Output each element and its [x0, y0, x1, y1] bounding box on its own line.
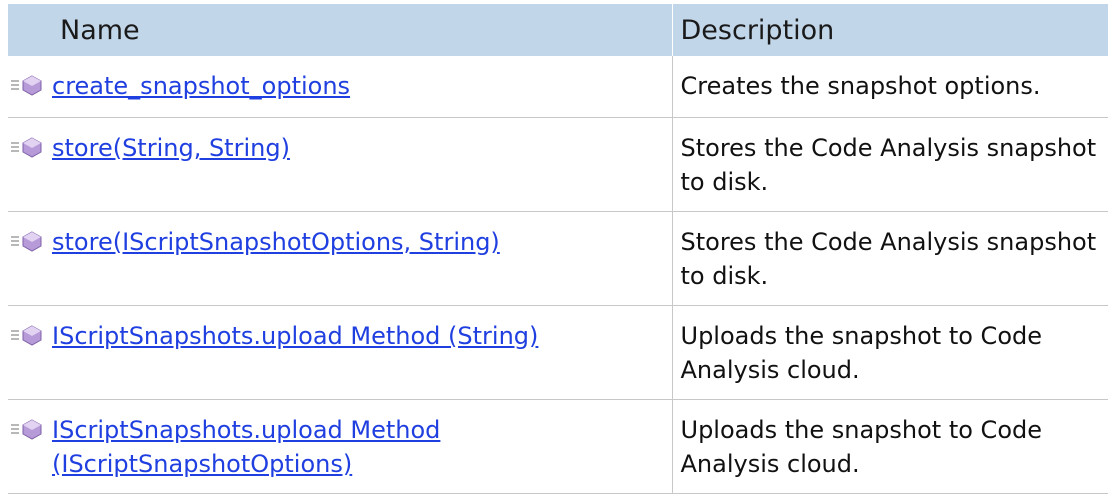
public-method-icon [11, 75, 42, 96]
header-icon-column [8, 4, 52, 56]
table-row: store(IScriptSnapshotOptions, String) St… [8, 211, 1108, 306]
public-method-icon [11, 137, 42, 158]
public-method-icon [11, 419, 42, 440]
table-row: store(String, String) Stores the Code An… [8, 117, 1108, 212]
header-description: Description [672, 4, 1109, 56]
icon-cell [8, 211, 52, 306]
description-cell: Stores the Code Analysis snapshot to dis… [671, 117, 1108, 212]
icon-cell [8, 117, 52, 212]
name-cell: IScriptSnapshots.upload Method (IScriptS… [52, 399, 672, 494]
icon-cell [8, 399, 52, 494]
name-cell: IScriptSnapshots.upload Method (String) [52, 305, 672, 400]
table-row: IScriptSnapshots.upload Method (String) … [8, 305, 1108, 400]
method-link-create-snapshot-options[interactable]: create_snapshot_options [52, 72, 350, 100]
method-link-store-options-string[interactable]: store(IScriptSnapshotOptions, String) [52, 228, 500, 256]
method-link-upload-string[interactable]: IScriptSnapshots.upload Method (String) [52, 322, 538, 350]
description-cell: Uploads the snapshot to Code Analysis cl… [671, 305, 1108, 400]
name-cell: store(String, String) [52, 117, 672, 212]
table-row: IScriptSnapshots.upload Method (IScriptS… [8, 399, 1108, 494]
icon-cell [8, 305, 52, 400]
description-cell: Uploads the snapshot to Code Analysis cl… [671, 399, 1108, 494]
description-cell: Creates the snapshot options. [671, 56, 1108, 118]
name-cell: store(IScriptSnapshotOptions, String) [52, 211, 672, 306]
description-cell: Stores the Code Analysis snapshot to dis… [671, 211, 1108, 306]
name-cell: create_snapshot_options [52, 56, 672, 118]
method-link-upload-options[interactable]: IScriptSnapshots.upload Method (IScriptS… [52, 416, 440, 478]
header-name: Name [52, 4, 673, 56]
table-row: create_snapshot_options Creates the snap… [8, 56, 1108, 118]
methods-table: Name Description create_snapshot_options… [8, 4, 1109, 494]
public-method-icon [11, 325, 42, 346]
icon-cell [8, 56, 52, 118]
method-link-store-string-string[interactable]: store(String, String) [52, 134, 290, 162]
table-header-row: Name Description [8, 4, 1109, 56]
public-method-icon [11, 231, 42, 252]
